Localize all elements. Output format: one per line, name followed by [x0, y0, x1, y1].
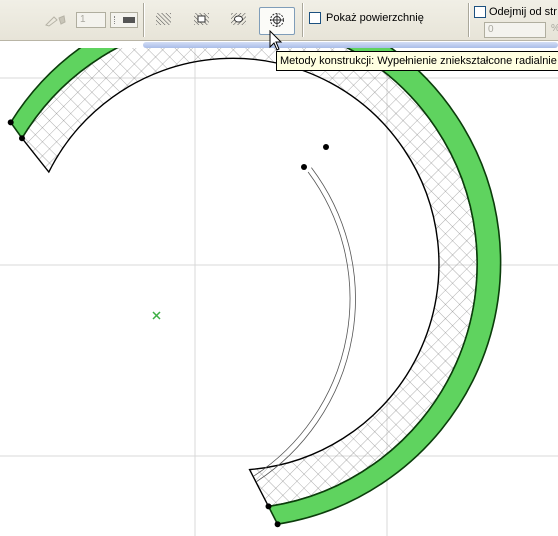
show-surface-checkbox[interactable]	[309, 12, 321, 24]
toolbar-separator	[468, 3, 469, 37]
pen-color-swatch[interactable]	[110, 12, 138, 28]
fill-method-curved-button[interactable]	[226, 8, 250, 30]
percent-unit-label: %	[551, 23, 558, 34]
distorted-fill-icon	[194, 13, 209, 25]
subtract-label: Odejmij od str	[489, 6, 557, 18]
curved-fill-icon	[231, 13, 246, 25]
mouse-cursor-icon	[269, 30, 283, 51]
radial-fill-icon	[270, 13, 284, 27]
pencil-icon	[44, 12, 72, 31]
show-surface-label: Pokaż powierzchnię	[326, 12, 424, 24]
pen-number-field[interactable]: 1	[76, 12, 106, 28]
wall-lining-line	[256, 167, 356, 482]
subtract-checkbox[interactable]	[474, 6, 486, 18]
drawing-canvas[interactable]	[0, 48, 558, 536]
tooltip: Metody konstrukcji: Wypełnienie zniekszt…	[276, 51, 558, 71]
wall-lining-line	[253, 171, 351, 477]
subtract-value-field[interactable]: 0	[484, 22, 546, 38]
toolbar-separator	[143, 3, 144, 37]
fill-method-solid-button[interactable]	[151, 8, 175, 30]
toolbar-separator	[302, 3, 303, 37]
hatch-fill-icon	[156, 13, 171, 25]
arc-center-marker	[152, 311, 161, 320]
fill-method-distorted-button[interactable]	[189, 8, 213, 30]
